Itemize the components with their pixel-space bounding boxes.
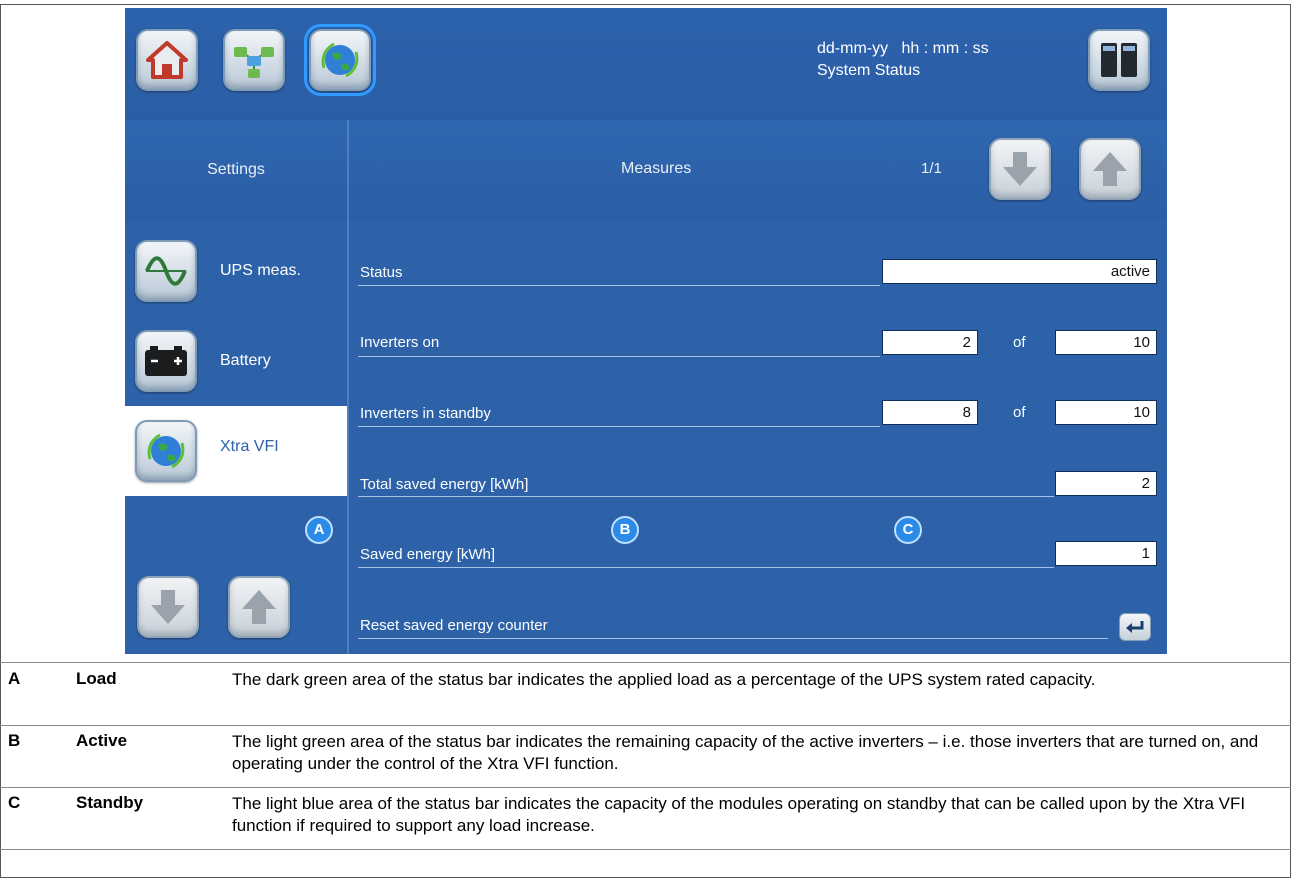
row-divider	[358, 426, 880, 427]
arrow-down-icon	[151, 590, 185, 624]
legend-letter: A	[8, 669, 21, 688]
legend-description: The light blue area of the status bar in…	[232, 794, 1246, 835]
settings-header: Settings	[125, 120, 347, 220]
settings-label: Settings	[207, 161, 265, 178]
home-button[interactable]	[136, 29, 198, 91]
of-label: of	[1013, 334, 1026, 351]
inverters-standby-value: 8	[882, 400, 978, 425]
callout-marker-c: C	[894, 516, 922, 544]
battery-icon-button	[135, 330, 197, 392]
sidebar-item-ups-meas[interactable]: UPS meas.	[125, 226, 347, 316]
legend-letter: C	[8, 793, 21, 812]
home-icon	[146, 41, 188, 79]
time-text: hh : mm : ss	[901, 40, 989, 57]
arrow-up-icon	[242, 590, 276, 624]
row-divider	[358, 356, 880, 357]
page-up-button[interactable]	[1079, 138, 1141, 200]
legend-description: The light green area of the status bar i…	[232, 732, 1259, 773]
status-value: active	[882, 259, 1157, 284]
ups-screen: dd-mm-yy hh : mm : ss System Status Sett…	[125, 8, 1167, 654]
ups-meas-icon-button	[135, 240, 197, 302]
xtra-vfi-icon-button	[135, 420, 197, 482]
reset-counter-button[interactable]	[1119, 613, 1151, 641]
inverters-on-label: Inverters on	[360, 334, 440, 351]
arrow-down-icon	[1003, 152, 1037, 186]
legend-term: Active	[76, 731, 128, 750]
saved-energy-value: 1	[1055, 541, 1157, 566]
inverters-on-value: 2	[882, 330, 978, 355]
network-icon	[234, 47, 274, 78]
date-text: dd-mm-yy	[817, 40, 889, 57]
reset-counter-label: Reset saved energy counter	[360, 617, 548, 634]
legend-description: The dark green area of the status bar in…	[232, 670, 1096, 689]
status-label: Status	[360, 264, 403, 281]
legend-divider	[0, 849, 1291, 850]
page-down-button[interactable]	[989, 138, 1051, 200]
sidebar-item-label: Battery	[220, 352, 271, 369]
system-status-text: System Status	[817, 62, 921, 79]
total-saved-energy-value: 2	[1055, 471, 1157, 496]
ups-cabinet-icon	[1101, 43, 1137, 77]
inverters-on-total: 10	[1055, 330, 1157, 355]
legend-divider	[0, 662, 1291, 663]
sidebar-down-button[interactable]	[137, 576, 199, 638]
battery-icon	[145, 346, 187, 376]
panel-divider	[347, 120, 349, 654]
measures-title: Measures	[621, 160, 692, 177]
callout-marker-a: A	[305, 516, 333, 544]
sidebar-item-xtra-vfi[interactable]: Xtra VFI	[125, 406, 347, 496]
sidebar-item-label: UPS meas.	[220, 262, 301, 279]
network-button[interactable]	[223, 29, 285, 91]
saved-energy-label: Saved energy [kWh]	[360, 546, 496, 563]
globe-leaf-icon	[147, 433, 185, 469]
xtra-vfi-icon	[321, 42, 359, 78]
measures-header: Measures 1/1	[349, 120, 1167, 220]
row-divider	[358, 638, 1108, 639]
page-indicator: 1/1	[921, 160, 942, 177]
legend-divider	[0, 787, 1291, 788]
arrow-up-icon	[1093, 152, 1127, 186]
sidebar-item-battery[interactable]: Battery	[125, 316, 347, 406]
row-divider	[358, 285, 880, 286]
legend-divider	[0, 725, 1291, 726]
sidebar-up-button[interactable]	[228, 576, 290, 638]
ups-cabinet-button[interactable]	[1088, 29, 1150, 91]
total-saved-energy-label: Total saved energy [kWh]	[360, 476, 529, 493]
sidebar-item-label: Xtra VFI	[220, 438, 279, 455]
inverters-standby-total: 10	[1055, 400, 1157, 425]
clock-status: dd-mm-yy hh : mm : ss System Status	[817, 38, 989, 82]
row-divider	[358, 567, 1054, 568]
inverters-standby-label: Inverters in standby	[360, 405, 491, 422]
top-bar: dd-mm-yy hh : mm : ss System Status	[125, 8, 1167, 120]
legend-letter: B	[8, 731, 21, 750]
legend-term: Load	[76, 669, 117, 688]
enter-icon	[1126, 621, 1144, 633]
callout-marker-b: B	[611, 516, 639, 544]
xtra-vfi-button[interactable]	[304, 24, 376, 96]
sidebar: UPS meas. Battery Xtra VFI	[125, 222, 347, 654]
sine-wave-icon	[145, 256, 187, 286]
row-divider	[358, 496, 1054, 497]
of-label: of	[1013, 404, 1026, 421]
legend-term: Standby	[76, 793, 144, 812]
